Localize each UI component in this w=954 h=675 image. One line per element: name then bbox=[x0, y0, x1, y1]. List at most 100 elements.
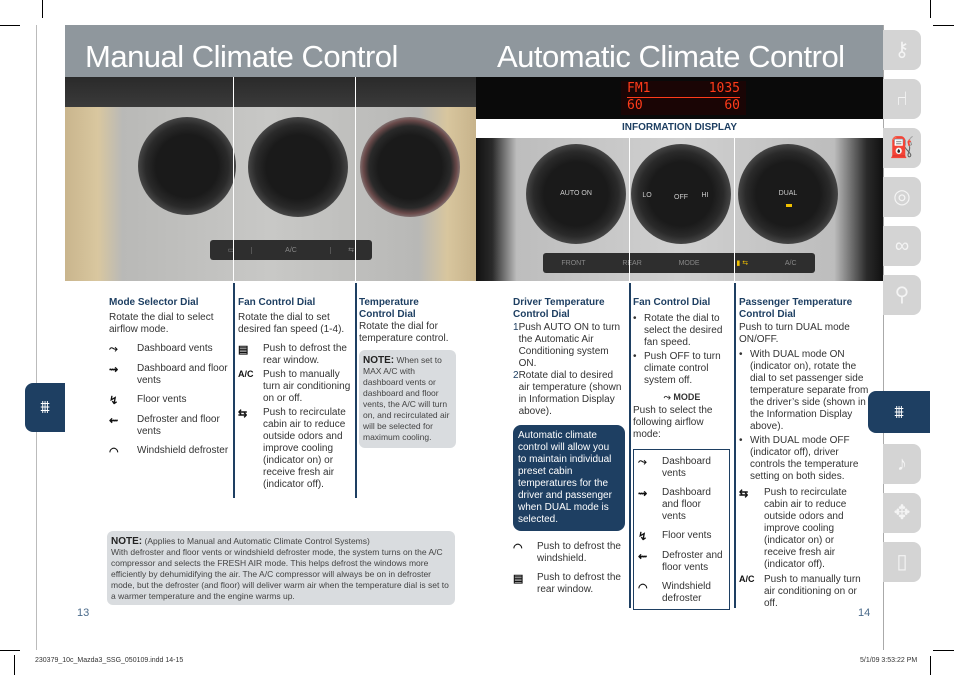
note-text: With defroster and floor vents or windsh… bbox=[111, 547, 449, 601]
key-icon: ⚷ bbox=[894, 39, 910, 61]
ac-button: A/C bbox=[251, 246, 331, 254]
tab-gauges[interactable]: ∞ bbox=[883, 226, 921, 266]
callout-box: Automatic climate control will allow you… bbox=[513, 425, 625, 531]
mode-selector-knob bbox=[138, 117, 236, 215]
tab-audio[interactable]: ♪ bbox=[883, 444, 921, 484]
item-label: Push to manually turn air conditioning o… bbox=[263, 369, 351, 404]
list-item: ↯ Floor vents bbox=[109, 394, 229, 407]
divider bbox=[355, 77, 356, 281]
floor-vents-icon: ↯ bbox=[638, 531, 648, 543]
fan-control-knob bbox=[248, 117, 348, 217]
step-text: Push AUTO ON to turn the Automatic Air C… bbox=[518, 322, 621, 369]
bullet-item: Rotate the dial to select the desired fa… bbox=[633, 313, 731, 349]
item-label: Windshield defroster bbox=[662, 581, 711, 604]
rear-defrost-button: REAR bbox=[622, 259, 642, 267]
seat-icon: ⑁ bbox=[896, 88, 908, 110]
crop-mark bbox=[930, 0, 931, 18]
mode-selector-section: Mode Selector Dial Rotate the dial to se… bbox=[109, 297, 229, 465]
floor-vents-icon: ↯ bbox=[109, 395, 119, 407]
tab-fuel[interactable]: ⛽ bbox=[883, 128, 921, 168]
section-desc: Rotate the dial for temperature control. bbox=[359, 321, 449, 344]
lcd-passenger-temp: 60 bbox=[724, 98, 740, 113]
defroster-floor-vents-icon: ⇜ bbox=[638, 551, 648, 563]
climate-tab-left[interactable]: ⩩ bbox=[25, 383, 65, 432]
automatic-climate-photo: AUTO ON OFF LO HI DUAL FRONT REAR MODE ▮… bbox=[476, 138, 883, 281]
item-label: Dashboard vents bbox=[662, 456, 711, 479]
crop-mark bbox=[0, 650, 20, 651]
page-number-left: 13 bbox=[77, 607, 90, 619]
tab-climate-active[interactable]: ⩩ bbox=[868, 391, 930, 433]
bottom-note-box: NOTE: (Applies to Manual and Automatic C… bbox=[107, 531, 455, 605]
list-item: ◠ Windshield defroster bbox=[109, 445, 229, 458]
section-heading: Fan Control Dial bbox=[238, 297, 316, 308]
section-heading: Mode Selector Dial bbox=[109, 297, 199, 308]
item-label: Defroster and floor vents bbox=[662, 550, 723, 573]
tab-navigation[interactable]: ✥ bbox=[883, 493, 921, 533]
divider bbox=[734, 138, 735, 281]
column-divider bbox=[734, 283, 736, 608]
item-label: Push to defrost the rear window. bbox=[537, 572, 621, 595]
defroster-floor-vents-icon: ⇜ bbox=[109, 415, 119, 427]
column-divider bbox=[355, 283, 357, 498]
music-note-icon: ♪ bbox=[897, 453, 907, 475]
tab-search[interactable]: ⚲ bbox=[883, 275, 921, 315]
list-item: A/C Push to manually turn air conditionin… bbox=[238, 369, 353, 405]
tab-phone[interactable]: ▯ bbox=[883, 542, 921, 582]
list-item: ⇜ Defroster and floor vents bbox=[109, 414, 229, 438]
ac-icon: A/C bbox=[238, 369, 254, 379]
note-label: NOTE: bbox=[363, 355, 395, 366]
list-item: ⤳ Dashboard vents bbox=[109, 343, 229, 356]
recirculate-button: ▮ ⇆ bbox=[736, 260, 749, 267]
dashboard-floor-vents-icon: ⇝ bbox=[638, 488, 648, 500]
climate-icon: ⩩ bbox=[40, 397, 50, 417]
list-item: ◠ Push to defrost the windshield. bbox=[513, 541, 626, 565]
dashboard-vents-icon: ⤳ bbox=[638, 456, 647, 468]
list-item: ▤ Push to defrost the rear window. bbox=[513, 572, 626, 596]
windshield-defroster-icon: ◠ bbox=[638, 582, 648, 594]
tab-steering[interactable]: ◎ bbox=[883, 177, 921, 217]
page-title-manual: Manual Climate Control bbox=[85, 39, 398, 74]
rear-defrost-icon: ▤ bbox=[513, 573, 524, 585]
mode-button: MODE bbox=[678, 259, 700, 267]
item-label: Floor vents bbox=[137, 394, 187, 405]
item-label: Defroster and floor vents bbox=[137, 414, 220, 437]
section-heading: Fan Control Dial bbox=[633, 297, 711, 308]
slug-file: 230379_10c_Mazda3_SSG_050109.indd 14-15 bbox=[35, 657, 184, 664]
knob-label-auto-on: AUTO ON bbox=[560, 190, 592, 197]
item-label: Push to recirculate cabin air to reduce … bbox=[263, 407, 346, 490]
lcd-frequency: 1035 bbox=[708, 81, 740, 96]
section-heading: Driver Temperature Control Dial bbox=[513, 297, 605, 320]
step-item: 1 Push AUTO ON to turn the Automatic Air … bbox=[513, 322, 626, 370]
list-item: A/C Push to manually turn air conditionin… bbox=[739, 574, 869, 610]
list-item: ⤳ Dashboard vents bbox=[638, 456, 727, 480]
crop-mark bbox=[933, 25, 954, 26]
item-label: Push to manually turn air conditioning o… bbox=[764, 574, 861, 609]
crop-mark bbox=[14, 655, 15, 675]
crop-mark bbox=[933, 650, 954, 651]
manual-climate-photo: ▭ A/C ⇆ bbox=[65, 77, 476, 281]
knob-label-hi: HI bbox=[701, 192, 709, 199]
recirculate-icon: ⇆ bbox=[238, 408, 248, 420]
knob-label-off: OFF bbox=[674, 194, 688, 201]
recirculate-button: ⇆ bbox=[348, 247, 354, 254]
item-label: Push to recirculate cabin air to reduce … bbox=[764, 487, 847, 570]
dual-indicator bbox=[786, 204, 792, 207]
tab-seat[interactable]: ⑁ bbox=[883, 79, 921, 119]
list-item: ↯ Floor vents bbox=[638, 530, 727, 543]
section-desc: Rotate the dial to select airflow mode. bbox=[109, 312, 214, 335]
list-item: ⇜ Defroster and floor vents bbox=[638, 550, 727, 574]
crop-mark bbox=[930, 656, 931, 675]
lcd-driver-temp: 60 bbox=[627, 98, 643, 113]
section-heading: Passenger Temperature Control Dial bbox=[739, 297, 853, 320]
lcd-band: FM1 bbox=[627, 81, 651, 96]
climate-icon: ⩩ bbox=[894, 402, 904, 422]
button-strip: ▭ A/C ⇆ bbox=[210, 240, 372, 260]
tab-key[interactable]: ⚷ bbox=[883, 30, 921, 70]
item-label: Dashboard and floor vents bbox=[662, 487, 711, 522]
temperature-knob bbox=[360, 117, 460, 217]
temperature-section: Temperature Control Dial Rotate the dial… bbox=[359, 297, 456, 448]
step-item: 2 Rotate dial to desired air temperature … bbox=[513, 370, 626, 418]
item-label: Dashboard and floor vents bbox=[137, 363, 228, 386]
mode-icon: ⤳ bbox=[663, 392, 674, 402]
page-number-right: 14 bbox=[858, 607, 871, 619]
